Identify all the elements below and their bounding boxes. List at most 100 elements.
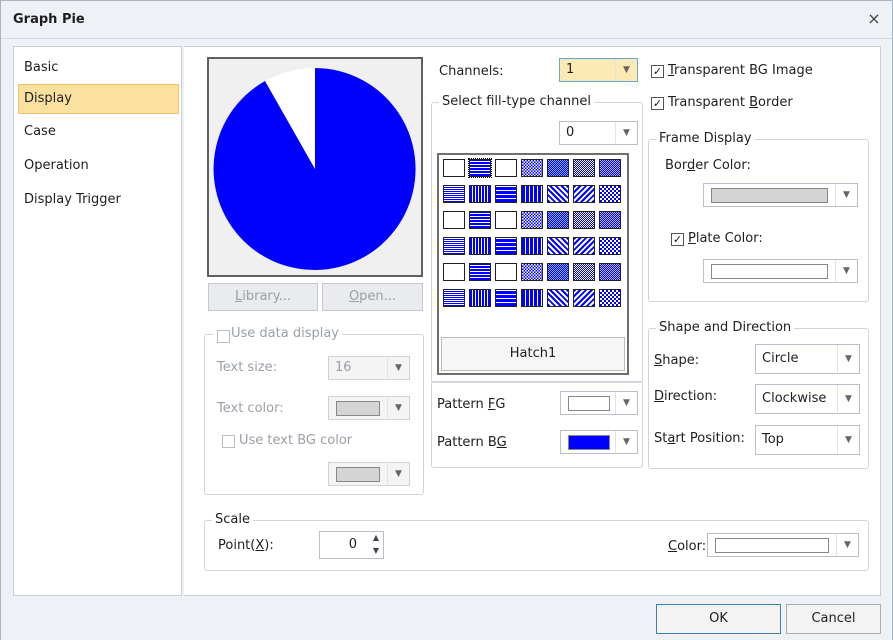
scale-color-select[interactable]: ▼ [707, 533, 859, 557]
pattern-bg-select[interactable]: ▼ [560, 430, 638, 454]
hatch-pattern-cell[interactable] [495, 185, 517, 203]
frame-display-title: Frame Display [656, 131, 755, 147]
chevron-down-icon: ▼ [836, 534, 858, 556]
hatch-pattern-cell[interactable] [599, 289, 621, 307]
hatch-pattern-cell[interactable] [547, 263, 569, 281]
hatch-pattern-cell[interactable] [443, 159, 465, 177]
use-data-display-checkbox[interactable] [217, 330, 230, 343]
hatch-pattern-cell[interactable] [521, 263, 543, 281]
chevron-down-icon: ▼ [615, 59, 637, 81]
plate-color-checkbox[interactable]: ✓ [671, 233, 684, 246]
hatch-pattern-cell[interactable] [573, 185, 595, 203]
pattern-bg-label: Pattern BG [437, 435, 507, 450]
cancel-button[interactable]: Cancel [786, 604, 881, 634]
plate-color-label: Plate Color: [688, 231, 763, 246]
hatch-pattern-cell[interactable] [599, 185, 621, 203]
shape-select[interactable]: Circle ▼ [755, 344, 860, 374]
hatch-pattern-cell[interactable] [599, 237, 621, 255]
ok-button[interactable]: OK [656, 604, 781, 634]
nav-item-basic[interactable]: Basic [18, 53, 179, 83]
close-icon[interactable]: × [864, 9, 884, 29]
hatch-pattern-cell[interactable] [469, 237, 491, 255]
text-bg-color-select[interactable]: ▼ [328, 462, 410, 486]
hatch-pattern-cell[interactable] [547, 289, 569, 307]
hatch-pattern-cell[interactable] [573, 263, 595, 281]
hatch-pattern-cell[interactable] [547, 159, 569, 177]
text-color-select[interactable]: ▼ [328, 396, 410, 420]
hatch-pattern-cell[interactable] [521, 289, 543, 307]
plate-color-select[interactable]: ▼ [703, 259, 858, 283]
transparent-bg-image-label: Transparent BG Image [668, 63, 813, 78]
pattern-fg-select[interactable]: ▼ [560, 391, 638, 415]
hatch-pattern-cell[interactable] [573, 159, 595, 177]
hatch-pattern-cell[interactable] [469, 263, 491, 281]
hatch-pattern-cell[interactable] [521, 185, 543, 203]
hatch-pattern-cell[interactable] [599, 211, 621, 229]
hatch-pattern-cell[interactable] [469, 185, 491, 203]
start-position-select[interactable]: Top ▼ [755, 425, 860, 455]
point-x-spinner[interactable]: 0 ▲ ▼ [319, 531, 384, 559]
hatch-pattern-cell[interactable] [469, 289, 491, 307]
use-text-bg-checkbox[interactable] [222, 435, 235, 448]
hatch-pattern-cell[interactable] [573, 211, 595, 229]
hatch-pattern-cell[interactable] [468, 158, 492, 178]
pattern-bg-swatch [568, 435, 610, 450]
text-bg-color-swatch [336, 467, 380, 482]
hatch-pattern-cell[interactable] [495, 237, 517, 255]
library-button[interactable]: Library... [208, 283, 318, 311]
hatch-pattern-cell[interactable] [495, 263, 517, 281]
nav-item-display-trigger[interactable]: Display Trigger [18, 185, 179, 215]
dialog-footer: OK Cancel [1, 597, 892, 640]
chevron-down-icon: ▼ [835, 260, 857, 282]
hatch-pattern-cell[interactable] [599, 159, 621, 177]
direction-select[interactable]: Clockwise ▼ [755, 384, 860, 414]
start-position-label: Start Position: [654, 431, 745, 446]
scale-title: Scale [212, 512, 253, 528]
hatch-pattern-cell[interactable] [443, 237, 465, 255]
spin-down-icon[interactable]: ▼ [373, 546, 379, 555]
text-size-select[interactable]: 16 ▼ [328, 356, 410, 380]
pie-chart-graphic [213, 68, 416, 270]
text-color-label: Text color: [217, 401, 284, 416]
border-color-swatch [711, 188, 828, 203]
hatch-pattern-cell[interactable] [521, 211, 543, 229]
hatch-pattern-cell[interactable] [469, 211, 491, 229]
chevron-down-icon: ▼ [615, 392, 637, 414]
nav-item-case[interactable]: Case [18, 117, 179, 147]
plate-color-swatch [711, 264, 828, 279]
library-label: Library... [234, 289, 291, 304]
shape-direction-title: Shape and Direction [656, 320, 795, 336]
channels-select[interactable]: 1 ▼ [559, 58, 638, 82]
nav-item-operation[interactable]: Operation [18, 151, 179, 181]
hatch-pattern-cell[interactable] [521, 159, 543, 177]
hatch-pattern-cell[interactable] [573, 289, 595, 307]
spin-up-icon[interactable]: ▲ [373, 533, 379, 542]
border-color-label: Border Color: [665, 158, 751, 173]
hatch-pattern-cell[interactable] [573, 237, 595, 255]
fill-channel-value: 0 [566, 125, 575, 140]
fill-channel-select[interactable]: 0 ▼ [559, 121, 638, 145]
pie-preview [207, 57, 423, 277]
hatch-pattern-cell[interactable] [521, 237, 543, 255]
point-x-value: 0 [348, 537, 357, 552]
chevron-down-icon: ▼ [837, 426, 859, 454]
hatch-pattern-cell[interactable] [547, 185, 569, 203]
border-color-select[interactable]: ▼ [703, 183, 858, 207]
hatch-pattern-cell[interactable] [495, 211, 517, 229]
hatch-pattern-cell[interactable] [443, 289, 465, 307]
hatch-pattern-cell[interactable] [599, 263, 621, 281]
transparent-bg-image-checkbox[interactable]: ✓ [651, 65, 664, 78]
chevron-down-icon: ▼ [615, 122, 637, 144]
open-button[interactable]: Open... [322, 283, 423, 311]
pattern-fg-text: Pattern FG [437, 397, 506, 412]
chevron-down-icon: ▼ [835, 184, 857, 206]
transparent-border-checkbox[interactable]: ✓ [651, 97, 664, 110]
hatch-pattern-cell[interactable] [547, 237, 569, 255]
hatch-pattern-cell[interactable] [495, 289, 517, 307]
hatch-pattern-cell[interactable] [443, 263, 465, 281]
hatch-pattern-cell[interactable] [443, 211, 465, 229]
hatch-pattern-cell[interactable] [547, 211, 569, 229]
nav-item-display[interactable]: Display [18, 84, 179, 114]
hatch-pattern-cell[interactable] [495, 159, 517, 177]
hatch-pattern-cell[interactable] [443, 185, 465, 203]
